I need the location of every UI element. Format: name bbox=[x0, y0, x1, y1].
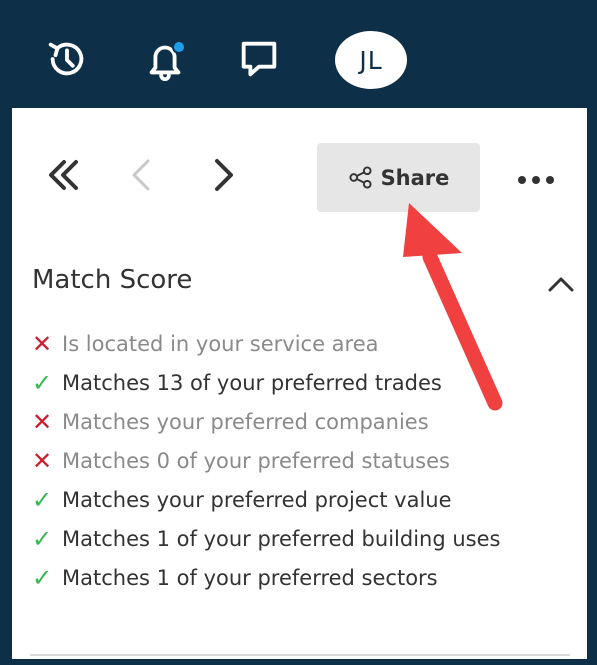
user-avatar[interactable]: JL bbox=[335, 31, 407, 89]
pass-check-icon: ✓ bbox=[32, 564, 53, 592]
fail-x-icon: ✕ bbox=[32, 330, 53, 358]
fail-x-icon: ✕ bbox=[32, 447, 53, 475]
criterion-preferred-sectors: ✓ Matches 1 of your preferred sectors bbox=[32, 566, 572, 591]
pass-check-icon: ✓ bbox=[32, 486, 53, 514]
criterion-project-value: ✓ Matches your preferred project value bbox=[32, 488, 572, 513]
chevron-up-icon bbox=[548, 277, 574, 292]
first-record-button[interactable] bbox=[38, 150, 88, 200]
chevron-right-icon bbox=[215, 159, 233, 191]
notification-dot bbox=[172, 40, 186, 54]
annotation-arrow bbox=[403, 203, 503, 411]
more-icon-dot bbox=[546, 176, 554, 184]
pass-check-icon: ✓ bbox=[32, 525, 53, 553]
chat-icon bbox=[241, 41, 277, 77]
more-options-button[interactable] bbox=[512, 160, 560, 200]
share-icon bbox=[349, 166, 372, 189]
criterion-building-uses: ✓ Matches 1 of your preferred building u… bbox=[32, 527, 572, 552]
double-chevron-left-icon bbox=[49, 160, 78, 190]
history-icon bbox=[48, 42, 84, 76]
pass-check-icon: ✓ bbox=[32, 369, 53, 397]
chevron-left-icon bbox=[132, 159, 150, 191]
top-navigation-bar: JL bbox=[0, 0, 597, 108]
share-label: Share bbox=[380, 165, 450, 190]
criterion-label: Matches 1 of your preferred sectors bbox=[62, 566, 438, 590]
criterion-label: Matches 1 of your preferred building use… bbox=[62, 527, 501, 551]
criterion-label: Matches your preferred project value bbox=[62, 488, 452, 512]
fail-x-icon: ✕ bbox=[32, 408, 53, 436]
previous-record-button[interactable] bbox=[117, 150, 167, 200]
criterion-preferred-statuses: ✕ Matches 0 of your preferred statuses bbox=[32, 449, 572, 474]
messages-button[interactable] bbox=[234, 34, 284, 84]
notifications-button[interactable] bbox=[140, 34, 190, 84]
next-record-button[interactable] bbox=[198, 150, 248, 200]
collapse-match-score-button[interactable] bbox=[540, 268, 582, 300]
section-divider bbox=[30, 654, 570, 656]
more-icon bbox=[518, 176, 526, 184]
history-button[interactable] bbox=[42, 34, 92, 84]
more-icon-dot bbox=[532, 176, 540, 184]
match-score-title: Match Score bbox=[32, 265, 193, 295]
criterion-label: Matches 0 of your preferred statuses bbox=[62, 449, 450, 473]
